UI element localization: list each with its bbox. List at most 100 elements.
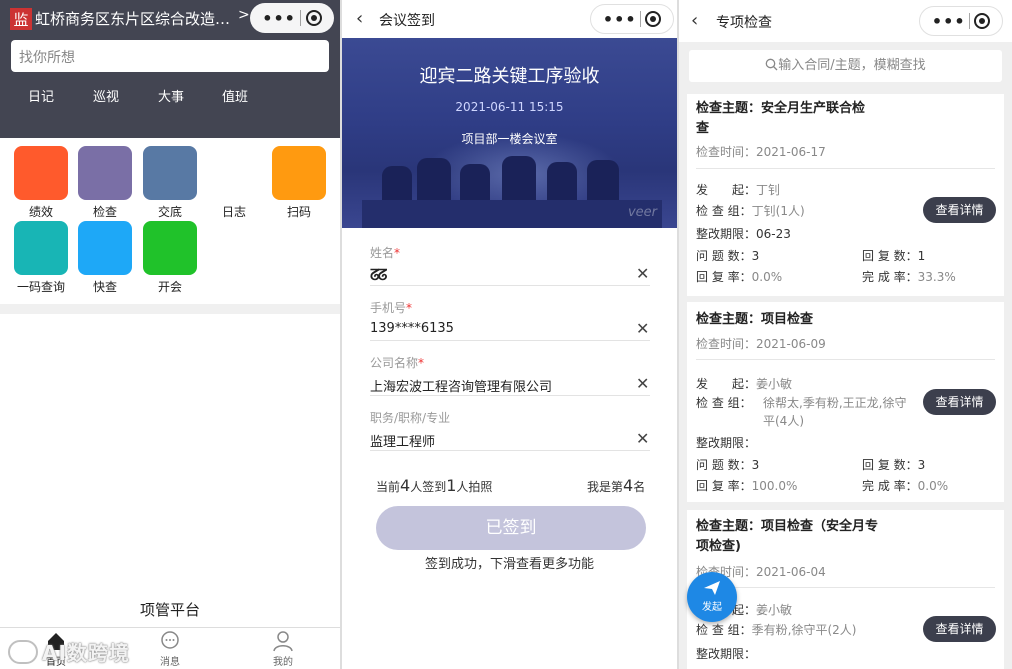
card-group: 徐帮太,季有粉,王正龙,徐守平(4人) bbox=[763, 396, 907, 428]
checkin-success-message: 签到成功，下滑查看更多功能 bbox=[424, 557, 594, 572]
grid-label: 扫码 bbox=[286, 205, 311, 219]
search-icon bbox=[765, 58, 778, 71]
platform-label: 项管平台 bbox=[139, 601, 200, 619]
home-panel: 监 虹桥商务区东片区综合改造市… > ••• 找你所想 日记 巡视 大事 值班 … bbox=[0, 0, 340, 669]
nav-bar: ‹ 专项检查 ••• bbox=[679, 0, 1012, 42]
chevron-right-icon[interactable]: > bbox=[238, 7, 250, 23]
signed-in-button[interactable]: 已签到 bbox=[376, 506, 646, 550]
phone-label: 手机号* bbox=[370, 301, 413, 315]
view-details-button[interactable]: 查看详情 bbox=[923, 197, 996, 223]
meeting-title: 迎宾二路关键工序验收 bbox=[419, 66, 600, 87]
card-deadline: 整改期限： bbox=[696, 647, 757, 661]
checkin-count: 当前4人签到1人拍照 bbox=[376, 476, 493, 495]
card-time: 检查时间：2021-06-17 bbox=[696, 145, 826, 159]
special-inspection-panel: ‹ 专项检查 ••• 输入合同/主题，模糊查找 检查主题：安全月生产联合检查 检… bbox=[679, 0, 1012, 669]
grid-label: 绩效 bbox=[28, 205, 53, 219]
divider-band bbox=[0, 304, 340, 314]
company-label: 公司名称* bbox=[370, 356, 425, 370]
card-complete-rate: 完 成 率：0.0% bbox=[862, 479, 949, 493]
miniapp-capsule: ••• bbox=[250, 3, 334, 33]
image-watermark: veer bbox=[627, 205, 657, 220]
card-reply-rate: 回 复 率：0.0% bbox=[696, 270, 783, 284]
project-title[interactable]: 虹桥商务区东片区综合改造市… bbox=[35, 8, 235, 30]
card-title: 检查主题：项目检查（安全月专项检查) bbox=[696, 519, 879, 554]
inspection-icon bbox=[78, 146, 132, 200]
tab-label: 消息 bbox=[160, 657, 180, 668]
tab-messages[interactable]: 消息 bbox=[140, 630, 200, 668]
position-label: 职务/职称/专业 bbox=[370, 411, 451, 425]
card-group-label: 检 查 组： bbox=[696, 396, 752, 410]
card-title: 检查主题：项目检查 bbox=[696, 312, 814, 327]
card-deadline: 整改期限： bbox=[696, 436, 757, 450]
scan-icon bbox=[272, 146, 326, 200]
view-details-button[interactable]: 查看详情 bbox=[923, 616, 996, 642]
position-field[interactable]: 监理工程师 bbox=[370, 431, 435, 450]
card-replies: 回 复 数：3 bbox=[862, 458, 926, 472]
card-time: 检查时间：2021-06-09 bbox=[696, 337, 826, 351]
send-icon bbox=[704, 581, 720, 595]
card-initiator: 发 起：姜小敏 bbox=[696, 377, 793, 391]
grid-label: 检查 bbox=[92, 205, 117, 219]
card-issues: 问 题 数：3 bbox=[696, 458, 760, 472]
grid-label: 一码查询 bbox=[16, 280, 65, 294]
page-title: 专项检查 bbox=[716, 15, 772, 31]
clear-icon[interactable]: ✕ bbox=[636, 374, 649, 393]
card-group: 检 查 组：丁钊(1人) bbox=[696, 204, 805, 218]
name-label: 姓名* bbox=[370, 246, 401, 260]
clear-icon[interactable]: ✕ bbox=[636, 264, 649, 283]
nav-bar: ‹ 会议签到 ••• bbox=[342, 0, 677, 38]
log-icon bbox=[207, 146, 261, 200]
card-reply-rate: 回 复 率：100.0% bbox=[696, 479, 798, 493]
grid-item-scan[interactable]: 扫码 bbox=[272, 146, 326, 220]
initiate-fab-button[interactable]: 发起 bbox=[687, 572, 737, 622]
page-title: 会议签到 bbox=[379, 13, 435, 29]
grid-label: 交底 bbox=[157, 205, 182, 219]
grid-item-log[interactable]: 日志 bbox=[207, 146, 261, 220]
grid-item-quick-check[interactable]: 快查 bbox=[78, 221, 132, 295]
phone-field[interactable]: 139****6135 bbox=[370, 321, 454, 336]
clear-icon[interactable]: ✕ bbox=[636, 319, 649, 338]
checkin-rank: 我是第4名 bbox=[587, 476, 646, 495]
card-title: 检查主题：安全月生产联合检查 bbox=[696, 101, 866, 136]
grid-item-performance[interactable]: 绩效 bbox=[14, 146, 68, 220]
card-group: 检 查 组：季有粉,徐守平(2人) bbox=[696, 623, 857, 637]
tab-profile[interactable]: 我的 bbox=[253, 630, 313, 668]
nav-item-diary[interactable]: 日记 bbox=[28, 86, 54, 105]
company-field[interactable]: 上海宏波工程咨询管理有限公司 bbox=[370, 376, 552, 395]
more-icon[interactable]: ••• bbox=[262, 9, 296, 28]
nav-item-patrol[interactable]: 巡视 bbox=[93, 86, 119, 105]
grid-item-meeting[interactable]: 开会 bbox=[143, 221, 197, 295]
briefing-icon bbox=[143, 146, 197, 200]
miniapp-capsule: ••• bbox=[590, 4, 674, 34]
more-icon[interactable]: ••• bbox=[932, 12, 966, 31]
checkin-form: 姓名* ᘔᘔ ✕ 手机号* 139****6135 ✕ 公司名称* 上海宏波工程… bbox=[342, 228, 677, 669]
meeting-icon bbox=[143, 221, 197, 275]
inspection-card[interactable]: 检查主题：项目检查 检查时间：2021-06-09 发 起：姜小敏 检 查 组：… bbox=[687, 302, 1004, 502]
back-icon[interactable]: ‹ bbox=[356, 8, 363, 29]
back-icon[interactable]: ‹ bbox=[691, 10, 698, 31]
inspection-card[interactable]: 检查主题：安全月生产联合检查 检查时间：2021-06-17 发 起：丁钊 检 … bbox=[687, 94, 1004, 296]
name-field[interactable]: ᘔᘔ bbox=[370, 266, 387, 284]
contract-search-input[interactable]: 输入合同/主题，模糊查找 bbox=[689, 50, 1002, 82]
performance-icon bbox=[14, 146, 68, 200]
card-complete-rate: 完 成 率：33.3% bbox=[862, 270, 956, 284]
card-deadline: 整改期限：06-23 bbox=[696, 227, 791, 241]
grid-item-briefing[interactable]: 交底 bbox=[143, 146, 197, 220]
clear-icon[interactable]: ✕ bbox=[636, 429, 649, 448]
nav-item-duty[interactable]: 值班 bbox=[222, 86, 248, 105]
close-miniapp-icon[interactable] bbox=[305, 10, 322, 26]
card-issues: 问 题 数：3 bbox=[696, 249, 760, 263]
code-query-icon bbox=[14, 221, 68, 275]
close-miniapp-icon[interactable] bbox=[974, 13, 991, 29]
grid-item-code-query[interactable]: 一码查询 bbox=[14, 221, 68, 295]
search-input[interactable]: 找你所想 bbox=[11, 40, 329, 72]
grid-item-inspection[interactable]: 检查 bbox=[78, 146, 132, 220]
watermark-logo-icon bbox=[8, 640, 38, 664]
watermark-text: AI数跨境 bbox=[42, 641, 130, 665]
meeting-datetime: 2021-06-11 15:15 bbox=[455, 100, 564, 114]
more-icon[interactable]: ••• bbox=[603, 10, 637, 29]
nav-item-events[interactable]: 大事 bbox=[158, 86, 184, 105]
view-details-button[interactable]: 查看详情 bbox=[923, 389, 996, 415]
close-miniapp-icon[interactable] bbox=[645, 11, 662, 27]
card-initiator: 发 起：丁钊 bbox=[696, 183, 781, 197]
